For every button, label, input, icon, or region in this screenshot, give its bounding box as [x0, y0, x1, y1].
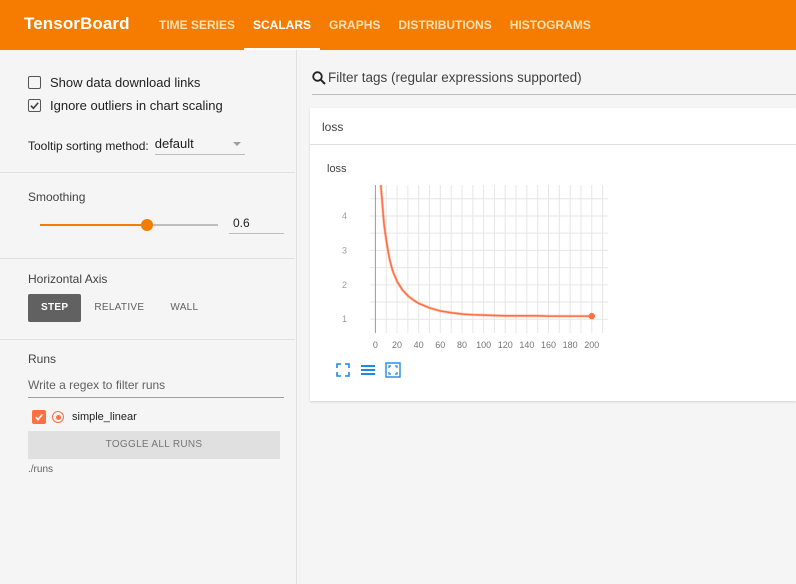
tab-scalars[interactable]: SCALARS [244, 0, 321, 50]
x-tick-label: 20 [392, 340, 402, 350]
runs-label: Runs [28, 352, 57, 366]
y-tick-label: 4 [342, 211, 347, 221]
tooltip-sorting-select[interactable]: default [154, 136, 245, 155]
tooltip-sorting-label: Tooltip sorting method: [28, 138, 149, 153]
toggle-y-axis-icon[interactable] [384, 361, 402, 379]
chart-toolbar [334, 361, 402, 379]
sidebar: Show data download links Ignore outliers… [0, 50, 297, 584]
run-radio-icon[interactable] [52, 411, 64, 423]
x-tick-label: 140 [519, 340, 534, 350]
dashboard-tabs: TIME SERIES SCALARS GRAPHS DISTRIBUTIONS… [150, 0, 600, 50]
axis-wall-button[interactable]: WALL [157, 294, 211, 322]
y-tick-label: 3 [342, 245, 347, 255]
y-tick-label: 2 [342, 280, 347, 290]
y-tick-label: 1 [342, 314, 347, 324]
x-tick-label: 40 [414, 340, 424, 350]
x-tick-label: 0 [373, 340, 378, 350]
run-name: simple_linear [72, 411, 137, 423]
tag-group-header[interactable]: loss [310, 108, 796, 145]
checkbox-checked-icon[interactable] [28, 99, 41, 112]
loss-chart[interactable]: 0 20 40 60 80 100 120 140 160 180 200 1 2 3 4 [310, 145, 796, 357]
series-end-point[interactable] [588, 312, 595, 320]
tooltip-sorting-row: Tooltip sorting method: default [28, 136, 245, 155]
tab-histograms[interactable]: HISTOGRAMS [501, 0, 600, 50]
ignore-outliers-option[interactable]: Ignore outliers in chart scaling [28, 98, 223, 113]
runs-path: ./runs [28, 464, 54, 475]
tag-group-title: loss [322, 120, 344, 134]
tab-distributions[interactable]: DISTRIBUTIONS [389, 0, 500, 50]
dropdown-caret-icon [232, 141, 241, 146]
axis-relative-button[interactable]: RELATIVE [81, 294, 157, 322]
search-icon [312, 71, 326, 85]
tag-filter-placeholder: Filter tags (regular expressions support… [328, 70, 582, 85]
axis-step-button[interactable]: STEP [28, 294, 82, 322]
x-tick-label: 120 [498, 340, 513, 350]
x-tick-label: 60 [435, 340, 445, 350]
show-download-links-option[interactable]: Show data download links [28, 75, 200, 90]
horizontal-axis-toggle: STEP RELATIVE WALL [28, 294, 211, 322]
x-tick-label: 100 [476, 340, 491, 350]
tab-graphs[interactable]: GRAPHS [320, 0, 389, 50]
smoothing-slider[interactable] [40, 219, 218, 231]
smoothing-slider-fill [40, 224, 147, 226]
ignore-outliers-label: Ignore outliers in chart scaling [50, 98, 223, 113]
show-download-links-label: Show data download links [50, 75, 201, 90]
tooltip-sorting-value: default [154, 136, 194, 151]
app-brand[interactable]: TensorBoard [24, 14, 130, 34]
smoothing-value-input[interactable]: 0.6 [229, 216, 284, 234]
toggle-all-runs-button[interactable]: TOGGLE ALL RUNS [28, 431, 280, 459]
x-tick-label: 180 [563, 340, 578, 350]
x-tick-label: 80 [457, 340, 467, 350]
scalar-chart-card: loss 0 20 40 60 80 100 120 140 160 180 200 1 2 3 4 [310, 145, 796, 401]
toggle-log-scale-icon[interactable] [359, 361, 377, 379]
smoothing-label: Smoothing [28, 190, 86, 204]
smoothing-slider-knob[interactable] [140, 219, 153, 231]
tag-filter[interactable]: Filter tags (regular expressions support… [312, 68, 796, 95]
x-tick-label: 200 [584, 340, 599, 350]
settings-section: Show data download links Ignore outliers… [0, 50, 295, 173]
tab-time-series[interactable]: TIME SERIES [150, 0, 244, 50]
fit-domain-icon[interactable] [334, 361, 352, 379]
runs-filter-input[interactable]: Write a regex to filter runs [28, 378, 284, 398]
checkbox-unchecked-icon[interactable] [28, 76, 41, 89]
horizontal-axis-label: Horizontal Axis [28, 272, 108, 286]
run-checkbox-checked-icon[interactable] [32, 410, 46, 424]
top-bar: TensorBoard TIME SERIES SCALARS GRAPHS D… [0, 0, 796, 50]
run-item[interactable]: simple_linear [32, 410, 137, 424]
x-tick-label: 160 [541, 340, 556, 350]
